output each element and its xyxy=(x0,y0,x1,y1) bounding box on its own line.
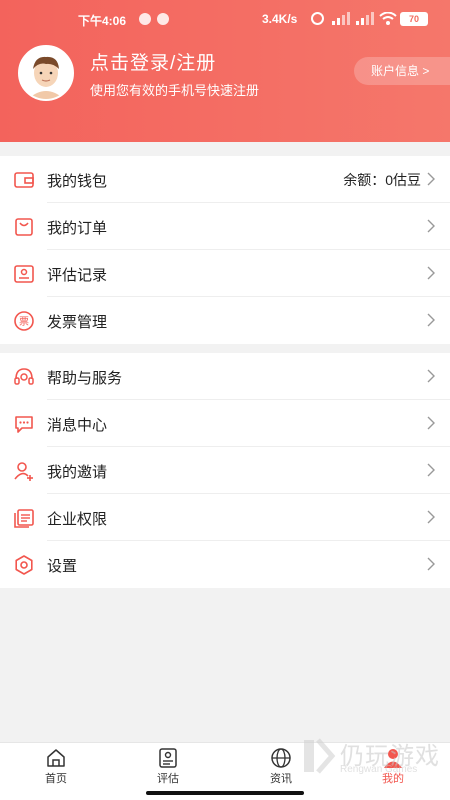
order-bag-icon xyxy=(15,218,33,236)
home-indicator xyxy=(146,791,304,795)
signal-2-icon xyxy=(356,12,374,25)
menu-item-label: 我的钱包 xyxy=(47,173,108,190)
profile-header: 下午4:06 3.4K/s 70 点击登录/注册 使用您有效的手机号快速注册 账… xyxy=(0,0,450,142)
menu-item-label: 消息中心 xyxy=(47,417,108,434)
chevron-right-icon xyxy=(427,416,435,430)
avatar-face-icon xyxy=(20,47,72,99)
notification-icon xyxy=(139,13,151,25)
service-menu-group: 帮助与服务 消息中心 我的邀请 企业权限 设置 xyxy=(0,353,450,588)
watermark-mark-icon xyxy=(304,738,336,774)
alarm-icon xyxy=(311,12,324,25)
app-notification-icon xyxy=(157,13,169,25)
battery-indicator: 70 xyxy=(400,12,428,26)
menu-item-label: 设置 xyxy=(47,558,78,575)
home-icon xyxy=(47,749,65,767)
menu-item-assessment-records[interactable]: 评估记录 xyxy=(0,250,450,297)
headset-icon xyxy=(14,368,34,385)
tab-assess[interactable]: 评估 xyxy=(138,743,198,787)
tab-home[interactable]: 首页 xyxy=(26,743,86,787)
wallet-icon xyxy=(14,172,34,188)
menu-item-label: 我的邀请 xyxy=(47,464,108,481)
assess-icon xyxy=(159,748,177,768)
avatar[interactable] xyxy=(18,45,74,101)
enterprise-docs-icon xyxy=(14,509,34,528)
settings-gear-icon xyxy=(15,555,33,575)
chevron-right-icon xyxy=(427,266,435,280)
menu-item-message-center[interactable]: 消息中心 xyxy=(0,400,450,447)
watermark-subtext: Rengwan Games xyxy=(340,764,418,775)
tab-label: 评估 xyxy=(157,773,179,785)
network-speed: 3.4K/s xyxy=(262,12,298,26)
chevron-right-icon xyxy=(427,172,435,186)
menu-item-label: 帮助与服务 xyxy=(47,370,123,387)
wallet-balance: 余额：0估豆 xyxy=(343,172,421,188)
news-globe-icon xyxy=(271,748,291,768)
invite-user-icon xyxy=(14,462,33,481)
menu-item-label: 我的订单 xyxy=(47,220,108,237)
menu-item-orders[interactable]: 我的订单 xyxy=(0,203,450,250)
menu-item-label: 发票管理 xyxy=(47,314,108,331)
menu-item-my-invitations[interactable]: 我的邀请 xyxy=(0,447,450,494)
chevron-right-icon xyxy=(427,463,435,477)
login-hint: 使用您有效的手机号快速注册 xyxy=(90,83,260,98)
menu-item-settings[interactable]: 设置 xyxy=(0,541,450,588)
message-bubble-icon xyxy=(15,416,33,433)
signal-icon xyxy=(332,12,350,25)
menu-item-label: 评估记录 xyxy=(47,267,108,284)
menu-item-invoices[interactable]: 票 发票管理 xyxy=(0,297,450,344)
menu-item-wallet[interactable]: 我的钱包 余额：0估豆 xyxy=(0,156,450,203)
menu-item-enterprise-permissions[interactable]: 企业权限 xyxy=(0,494,450,541)
tab-label: 首页 xyxy=(45,773,67,785)
chevron-right-icon xyxy=(427,510,435,524)
watermark-logo: 仍玩游戏 Rengwan Games xyxy=(300,736,450,780)
account-menu-group: 我的钱包 余额：0估豆 我的订单 评估记录 票 发票管理 xyxy=(0,156,450,344)
status-time: 下午4:06 xyxy=(78,14,127,28)
chevron-right-icon xyxy=(427,369,435,383)
account-info-button[interactable]: 账户信息 > xyxy=(354,57,450,85)
menu-item-help-service[interactable]: 帮助与服务 xyxy=(0,353,450,400)
login-register-link[interactable]: 点击登录/注册 xyxy=(90,48,216,75)
wifi-icon xyxy=(379,12,397,25)
svg-text:票: 票 xyxy=(19,316,29,328)
record-card-icon xyxy=(14,265,34,283)
invoice-ticket-icon: 票 xyxy=(14,311,34,331)
chevron-right-icon xyxy=(427,313,435,327)
chevron-right-icon xyxy=(427,219,435,233)
status-bar: 下午4:06 3.4K/s 70 xyxy=(0,8,450,32)
chevron-right-icon xyxy=(427,557,435,571)
menu-item-label: 企业权限 xyxy=(47,511,108,528)
